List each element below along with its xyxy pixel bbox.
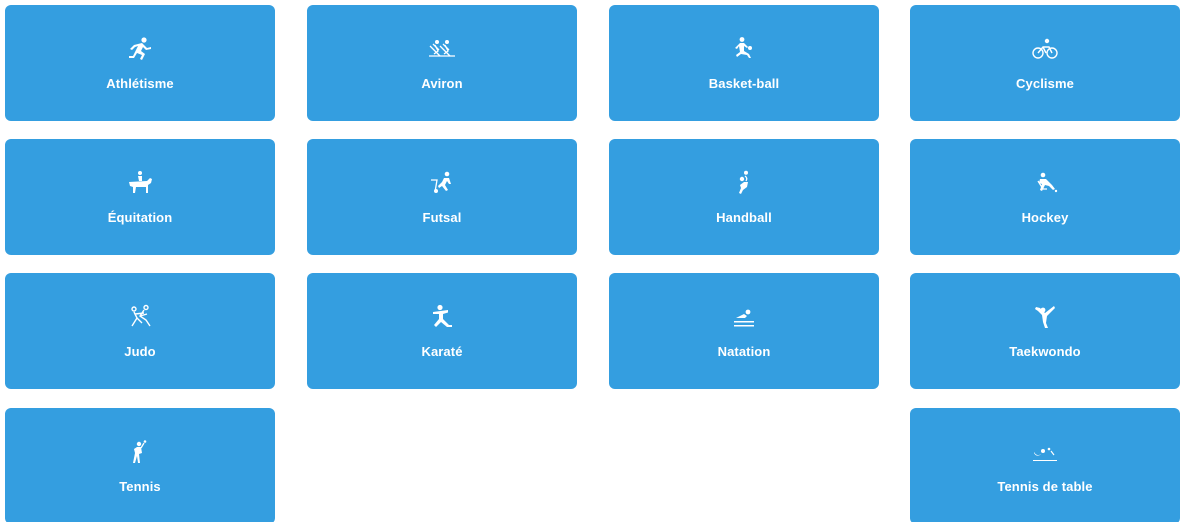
sport-tile-judo[interactable]: Judo: [5, 273, 275, 389]
cycling-icon: [910, 35, 1180, 63]
sport-tile-natation[interactable]: Natation: [609, 273, 879, 389]
tennis-icon: [5, 438, 275, 466]
sport-label: Aviron: [421, 76, 463, 91]
swimming-icon: [609, 303, 879, 331]
sport-label: Judo: [124, 344, 156, 359]
rowing-icon: [307, 35, 577, 63]
sport-label: Tennis de table: [997, 479, 1093, 494]
sport-tile-futsal[interactable]: Futsal: [307, 139, 577, 255]
sport-label: Équitation: [107, 210, 173, 225]
sports-grid: Athlétisme Aviron Basket-ball Cyclisme É…: [0, 0, 1187, 522]
sport-tile-basket-ball[interactable]: Basket-ball: [609, 5, 879, 121]
sport-label: Tennis: [119, 479, 161, 494]
karate-icon: [307, 303, 577, 331]
sport-tile-tennis-de-table[interactable]: Tennis de table: [910, 408, 1180, 522]
sport-tile-hockey[interactable]: Hockey: [910, 139, 1180, 255]
taekwondo-icon: [910, 303, 1180, 331]
futsal-icon: [307, 169, 577, 197]
judo-icon: [5, 303, 275, 331]
sport-label: Futsal: [422, 210, 462, 225]
sport-label: Cyclisme: [1016, 76, 1074, 91]
sport-tile-handball[interactable]: Handball: [609, 139, 879, 255]
horse-riding-icon: [5, 169, 275, 197]
hockey-icon: [910, 169, 1180, 197]
sport-label: Karaté: [421, 344, 463, 359]
table-tennis-icon: [910, 438, 1180, 466]
running-icon: [5, 35, 275, 63]
sport-tile-karate[interactable]: Karaté: [307, 273, 577, 389]
basketball-icon: [609, 35, 879, 63]
handball-icon: [609, 169, 879, 197]
sport-tile-taekwondo[interactable]: Taekwondo: [910, 273, 1180, 389]
sport-tile-tennis[interactable]: Tennis: [5, 408, 275, 522]
sport-label: Handball: [716, 210, 772, 225]
sport-tile-athletisme[interactable]: Athlétisme: [5, 5, 275, 121]
sport-label: Athlétisme: [106, 76, 174, 91]
sport-tile-cyclisme[interactable]: Cyclisme: [910, 5, 1180, 121]
sport-tile-equitation[interactable]: Équitation: [5, 139, 275, 255]
sport-tile-aviron[interactable]: Aviron: [307, 5, 577, 121]
sport-label: Natation: [717, 344, 771, 359]
sport-label: Taekwondo: [1009, 344, 1081, 359]
sport-label: Hockey: [1021, 210, 1069, 225]
sport-label: Basket-ball: [708, 76, 780, 91]
